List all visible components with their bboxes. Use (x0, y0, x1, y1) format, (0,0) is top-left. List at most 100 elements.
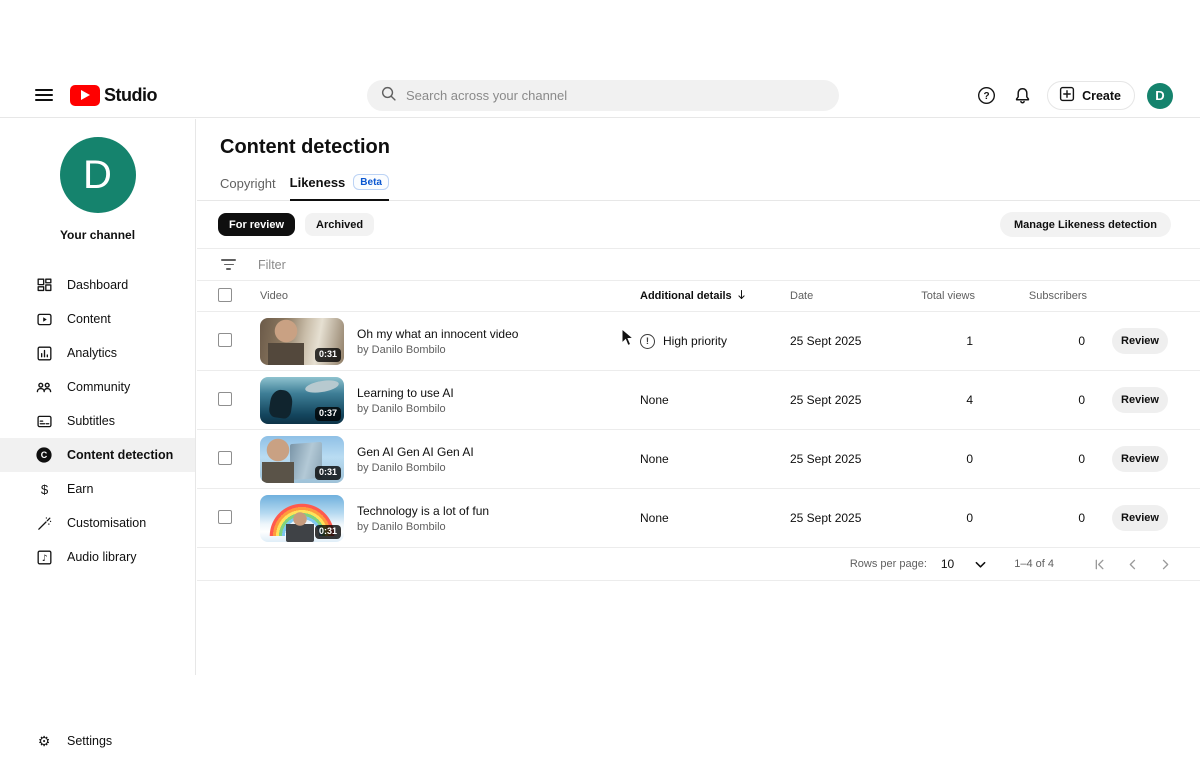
sidebar-item-analytics[interactable]: Analytics (0, 336, 195, 370)
filter-placeholder: Filter (258, 258, 286, 272)
youtube-studio-logo[interactable]: Studio (70, 85, 157, 106)
rows-per-page-value[interactable]: 10 (941, 557, 954, 571)
date-cell: 25 Sept 2025 (790, 393, 905, 407)
video-title[interactable]: Oh my what an innocent video (357, 327, 518, 341)
column-date[interactable]: Date (790, 290, 905, 302)
video-title[interactable]: Technology is a lot of fun (357, 504, 489, 518)
search-icon (380, 85, 397, 107)
table-row[interactable]: 0:31 Oh my what an innocent video by Dan… (197, 312, 1200, 371)
details-text: None (640, 393, 669, 407)
sidebar-item-community[interactable]: Community (0, 370, 195, 404)
filter-icon (221, 259, 236, 270)
tab-copyright[interactable]: Copyright (220, 174, 276, 201)
subscribers-cell: 0 (975, 511, 1087, 525)
dashboard-icon (35, 276, 53, 294)
table-row[interactable]: 0:37 Learning to use AI by Danilo Bombil… (197, 371, 1200, 430)
column-additional-details[interactable]: Additional details (640, 288, 790, 304)
chip-archived[interactable]: Archived (305, 213, 374, 236)
main-content: Content detection Copyright Likeness Bet… (197, 119, 1200, 675)
beta-badge: Beta (353, 174, 389, 190)
sidebar-item-audio-library[interactable]: ♪ Audio library (0, 540, 195, 574)
top-app-bar: Studio ? Create D (0, 73, 1200, 118)
notifications-bell-icon[interactable] (1010, 84, 1034, 108)
row-checkbox[interactable] (218, 392, 232, 406)
sidebar-item-settings[interactable]: ⚙ Settings (0, 724, 195, 758)
first-page-icon[interactable] (1089, 554, 1109, 574)
views-cell: 4 (905, 393, 975, 407)
review-button[interactable]: Review (1112, 505, 1168, 531)
high-priority-icon: ! (640, 334, 655, 349)
sidebar-item-content-detection[interactable]: C Content detection (0, 438, 195, 472)
select-all-checkbox[interactable] (218, 288, 232, 302)
chip-for-review[interactable]: For review (218, 213, 295, 236)
table-row[interactable]: 0:31 Technology is a lot of fun by Danil… (197, 489, 1200, 548)
previous-page-icon[interactable] (1122, 554, 1142, 574)
row-checkbox[interactable] (218, 451, 232, 465)
column-video[interactable]: Video (260, 290, 640, 302)
video-thumbnail[interactable]: 0:31 (260, 436, 344, 483)
details-text: High priority (663, 334, 727, 348)
video-author: by Danilo Bombilo (357, 344, 518, 356)
manage-likeness-detection-button[interactable]: Manage Likeness detection (1000, 212, 1171, 237)
views-cell: 0 (905, 452, 975, 466)
table-body: 0:31 Oh my what an innocent video by Dan… (197, 312, 1200, 548)
tab-likeness[interactable]: Likeness Beta (290, 174, 389, 201)
search-input[interactable] (406, 88, 806, 103)
next-page-icon[interactable] (1155, 554, 1175, 574)
sidebar-settings-container: ⚙ Settings (0, 724, 195, 758)
filter-row[interactable]: Filter (197, 249, 1200, 281)
sidebar-item-content[interactable]: Content (0, 302, 195, 336)
sort-descending-icon (735, 288, 748, 304)
sidebar-item-subtitles[interactable]: Subtitles (0, 404, 195, 438)
content-detection-icon: C (35, 446, 53, 464)
duration-badge: 0:37 (315, 407, 341, 420)
community-icon (35, 378, 53, 396)
youtube-play-icon (70, 85, 100, 106)
views-cell: 0 (905, 511, 975, 525)
sidebar-item-earn[interactable]: $ Earn (0, 472, 195, 506)
channel-label: Your channel (0, 228, 195, 242)
duration-badge: 0:31 (315, 348, 341, 361)
subscribers-cell: 0 (975, 334, 1087, 348)
date-cell: 25 Sept 2025 (790, 452, 905, 466)
duration-badge: 0:31 (315, 525, 341, 538)
page-title: Content detection (220, 136, 1200, 159)
search-bar[interactable] (367, 80, 839, 111)
video-thumbnail[interactable]: 0:31 (260, 318, 344, 365)
video-title[interactable]: Gen AI Gen AI Gen AI (357, 445, 474, 459)
row-checkbox[interactable] (218, 510, 232, 524)
svg-text:⚙: ⚙ (38, 734, 51, 750)
sidebar-item-customisation[interactable]: Customisation (0, 506, 195, 540)
table-footer: Rows per page: 10 1–4 of 4 (197, 548, 1200, 581)
table-row[interactable]: 0:31 Gen AI Gen AI Gen AI by Danilo Bomb… (197, 430, 1200, 489)
menu-hamburger-icon[interactable] (35, 89, 53, 101)
sidebar-item-dashboard[interactable]: Dashboard (0, 268, 195, 302)
create-button[interactable]: Create (1047, 81, 1135, 110)
rows-per-page-label: Rows per page: (850, 558, 927, 570)
column-subscribers[interactable]: Subscribers (975, 290, 1087, 302)
create-icon (1058, 85, 1076, 106)
video-author: by Danilo Bombilo (357, 462, 474, 474)
filter-chips-row: For review Archived Manage Likeness dete… (197, 212, 1200, 237)
video-title[interactable]: Learning to use AI (357, 386, 454, 400)
svg-text:C: C (41, 450, 48, 460)
column-total-views[interactable]: Total views (905, 290, 975, 302)
page-range-label: 1–4 of 4 (1014, 558, 1054, 570)
channel-avatar[interactable]: D (60, 137, 136, 213)
review-button[interactable]: Review (1112, 387, 1168, 413)
customisation-icon (35, 514, 53, 532)
svg-text:?: ? (983, 91, 989, 102)
settings-icon: ⚙ (35, 732, 53, 750)
video-thumbnail[interactable]: 0:37 (260, 377, 344, 424)
review-button[interactable]: Review (1112, 328, 1168, 354)
help-icon[interactable]: ? (974, 84, 998, 108)
row-checkbox[interactable] (218, 333, 232, 347)
account-avatar[interactable]: D (1147, 83, 1173, 109)
video-thumbnail[interactable]: 0:31 (260, 495, 344, 542)
review-button[interactable]: Review (1112, 446, 1168, 472)
details-text: None (640, 452, 669, 466)
chevron-down-icon[interactable] (970, 554, 990, 574)
subscribers-cell: 0 (975, 452, 1087, 466)
details-text: None (640, 511, 669, 525)
earn-icon: $ (35, 480, 53, 498)
